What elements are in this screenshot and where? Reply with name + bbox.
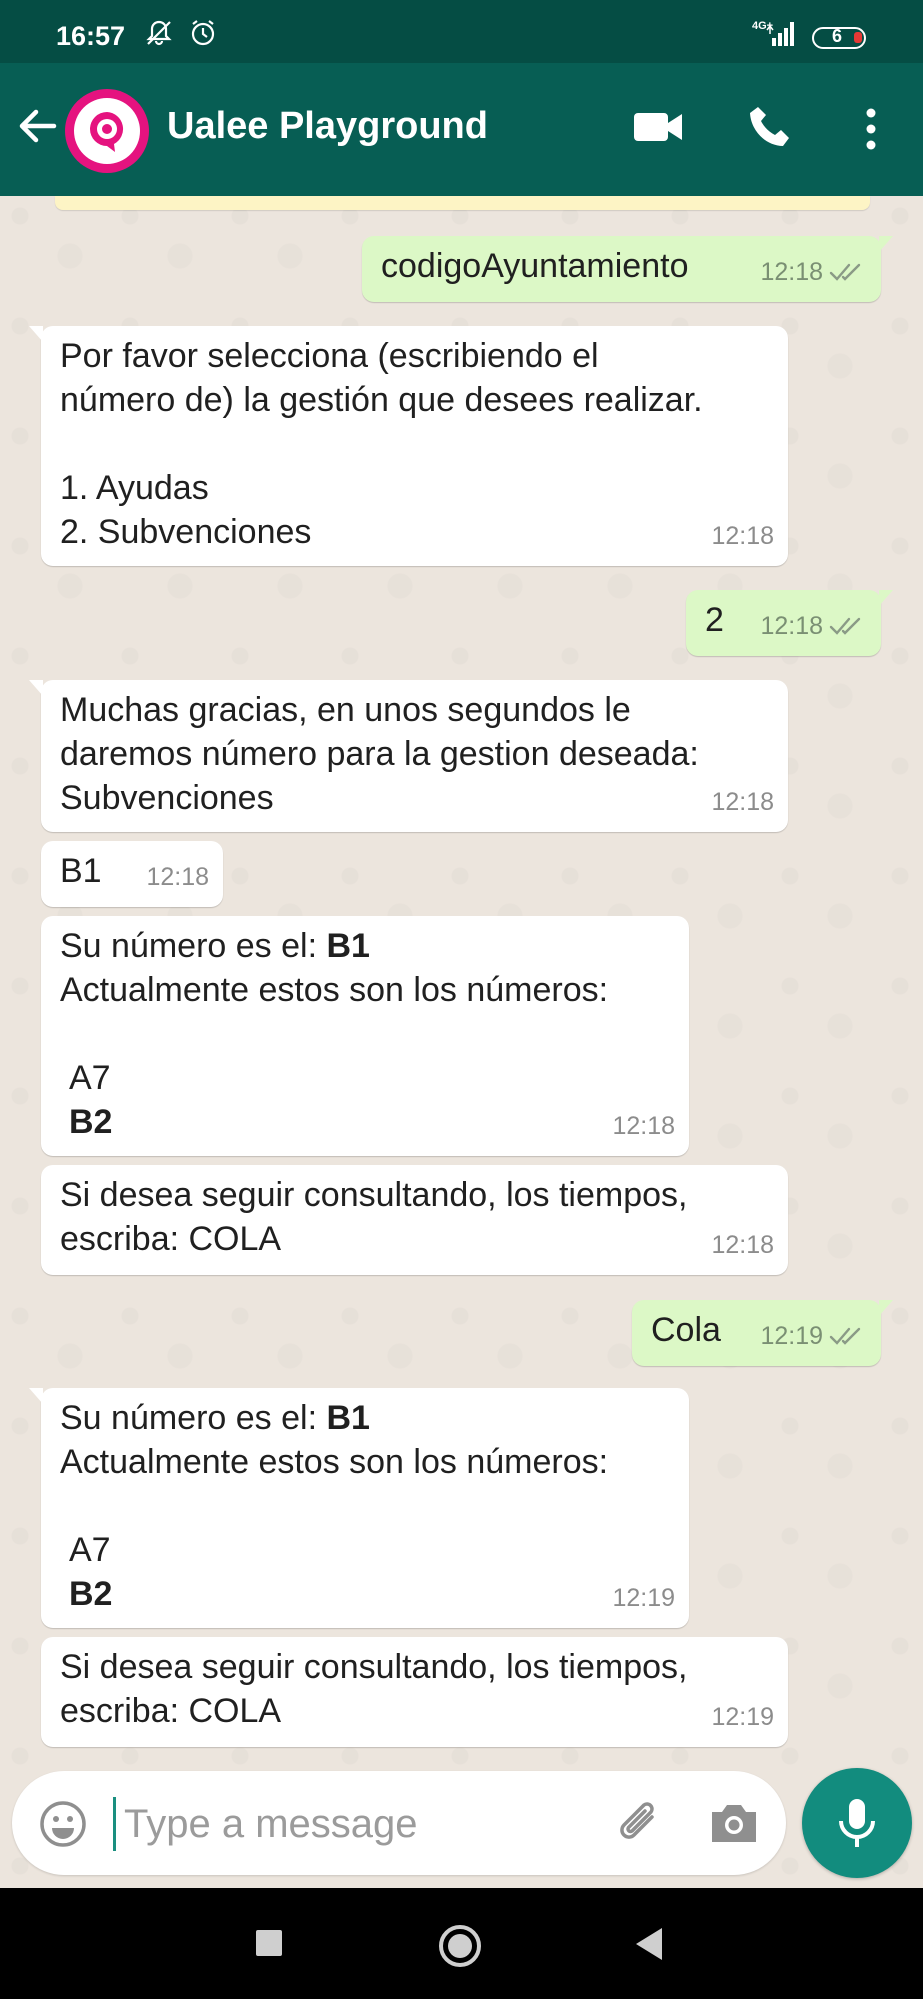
message-meta: 12:18 [146,855,209,899]
avatar[interactable] [65,89,149,173]
assigned-number: B1 [326,927,370,965]
message-line: Si desea seguir consultando, los tiempos… [60,1648,688,1686]
message-line: Su número es el: B1 [60,1396,673,1440]
message-text: Su número es el: [60,927,327,965]
message-time: 12:18 [711,1231,774,1259]
message-time: 12:18 [711,788,774,816]
emoji-icon[interactable] [38,1799,88,1849]
attach-icon[interactable] [612,1797,666,1851]
message-incoming[interactable]: Si desea seguir consultando, los tiempos… [41,1165,788,1275]
recents-button[interactable] [256,1930,282,1956]
read-ticks-icon [829,263,861,281]
message-time: 12:19 [760,1322,823,1350]
queue-number: A7 [69,1059,111,1097]
queue-number-current: B2 [69,1103,113,1141]
battery-level: 6 [832,26,843,46]
message-time: 12:18 [612,1112,675,1140]
system-notice-bubble [55,196,870,210]
message-time: 12:18 [711,522,774,550]
battery-icon: 6 [812,26,866,49]
notifications-off-icon [146,20,172,46]
chat-header: Ualee Playground [0,63,923,196]
back-nav-icon[interactable] [634,1926,666,1962]
read-ticks-icon [829,617,861,635]
message-meta: 12:18 [760,250,867,294]
message-incoming[interactable]: Por favor selecciona (escribiendo el núm… [29,326,788,566]
message-input[interactable]: Type a message [124,1802,418,1847]
message-composer[interactable]: Type a message [12,1771,786,1875]
message-time: 12:19 [711,1703,774,1731]
message-meta: 12:18 [612,1104,675,1148]
assigned-number: B1 [326,1399,370,1437]
message-line: 2. Subvenciones [60,513,312,551]
message-line: 1. Ayudas [60,469,209,507]
message-meta: 12:19 [711,1695,774,1739]
message-incoming[interactable]: Su número es el: B1 Actualmente estos so… [29,1388,689,1628]
camera-icon[interactable] [708,1800,760,1846]
message-incoming[interactable]: Si desea seguir consultando, los tiempos… [41,1637,788,1747]
message-line: Actualmente estos son los números: [60,1443,609,1481]
more-options-icon[interactable] [856,107,886,151]
message-line: número de) la gestión que desees realiza… [60,381,703,419]
message-meta: 12:18 [760,604,867,648]
message-text: Su número es el: [60,1399,327,1437]
message-outgoing[interactable]: 2 12:18 [686,590,893,656]
alarm-icon [191,20,215,46]
message-time: 12:18 [760,612,823,640]
back-arrow-icon[interactable] [14,103,60,149]
message-line: Actualmente estos son los números: [60,971,609,1009]
status-time: 16:57 [56,21,126,51]
message-list[interactable]: codigoAyuntamiento 12:18 Por favor selec… [0,196,923,1888]
message-meta: 12:18 [711,514,774,558]
message-meta: 12:19 [612,1576,675,1620]
voice-message-button[interactable] [802,1768,912,1878]
message-outgoing[interactable]: codigoAyuntamiento 12:18 [362,236,893,302]
message-outgoing[interactable]: Cola 12:19 [632,1300,893,1366]
message-line: escriba: COLA [60,1692,282,1730]
queue-number: A7 [69,1531,111,1569]
message-line: Por favor selecciona (escribiendo el [60,337,599,375]
status-bar: 16:57 4G+ 6 [0,0,923,63]
video-call-icon[interactable] [632,109,684,145]
home-icon[interactable] [436,1922,484,1970]
message-line: escriba: COLA [60,1220,282,1258]
message-meta: 12:18 [711,780,774,824]
mic-icon [839,1799,875,1847]
text-cursor [113,1797,116,1851]
queue-number-current: B2 [69,1575,113,1613]
system-navigation-bar [0,1888,923,1999]
message-line: Subvenciones [60,779,274,817]
message-line: Muchas gracias, en unos segundos le [60,691,631,729]
message-incoming[interactable]: Su número es el: B1 Actualmente estos so… [41,916,689,1156]
message-time: 12:18 [760,258,823,286]
message-line: Si desea seguir consultando, los tiempos… [60,1176,688,1214]
message-meta: 12:19 [760,1314,867,1358]
message-incoming[interactable]: Muchas gracias, en unos segundos le dare… [29,680,788,832]
read-ticks-icon [829,1327,861,1345]
message-line: Su número es el: B1 [60,924,673,968]
message-incoming[interactable]: B1 12:18 [41,841,223,907]
chat-title[interactable]: Ualee Playground [167,105,488,148]
message-line: daremos número para la gestion deseada: [60,735,699,773]
ualee-logo-icon [90,112,124,152]
phone-icon[interactable] [746,103,794,151]
message-time: 12:18 [146,863,209,891]
message-time: 12:19 [612,1584,675,1612]
signal-icon [766,22,794,46]
message-meta: 12:18 [711,1223,774,1267]
